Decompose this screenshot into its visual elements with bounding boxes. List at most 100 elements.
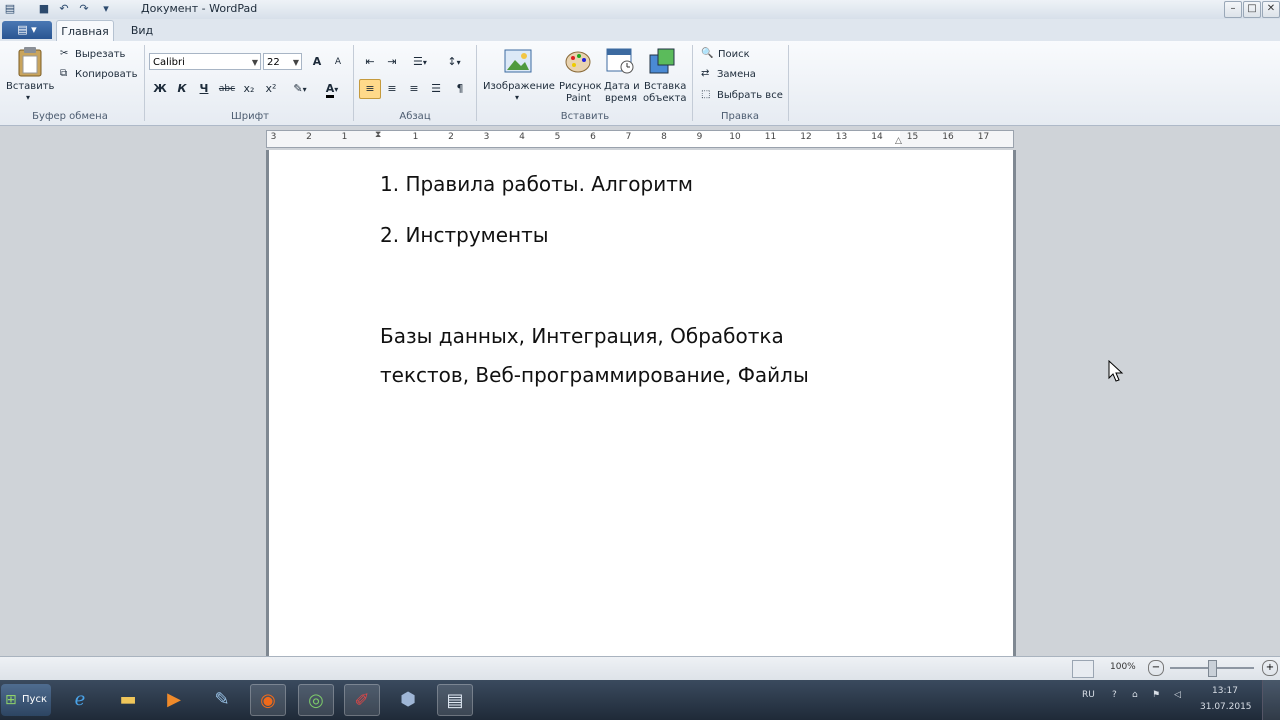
cut-button[interactable]: Вырезать bbox=[75, 49, 125, 60]
tool-icon[interactable]: ✎ bbox=[204, 684, 240, 716]
bold-button[interactable]: Ж bbox=[149, 79, 171, 99]
firefox-icon[interactable]: ◉ bbox=[250, 684, 286, 716]
picture-label[interactable]: Изображение bbox=[483, 81, 555, 92]
picture-icon bbox=[504, 49, 532, 73]
insert-object-label-2[interactable]: объекта bbox=[643, 93, 687, 104]
tab-home[interactable]: Главная bbox=[56, 20, 114, 42]
align-center-icon: ≡ bbox=[387, 82, 397, 95]
paint-label-2[interactable]: Paint bbox=[566, 93, 591, 104]
font-color-button[interactable]: A▾ bbox=[317, 79, 347, 99]
select-all-button[interactable]: Выбрать все bbox=[717, 90, 783, 101]
datetime-button[interactable] bbox=[606, 47, 636, 75]
ruler-number: 1 bbox=[412, 132, 419, 142]
undo-icon[interactable]: ↶ bbox=[57, 2, 71, 16]
ruler-number: 2 bbox=[448, 132, 454, 142]
paste-label[interactable]: Вставить bbox=[6, 81, 54, 92]
right-indent-marker[interactable]: △ bbox=[895, 136, 902, 146]
left-indent-marker[interactable]: ⧗ bbox=[375, 130, 381, 140]
wordpad-menu-button[interactable]: ▤ ▾ bbox=[2, 21, 52, 39]
chevron-down-icon[interactable]: ▾ bbox=[515, 93, 519, 102]
grow-font-button[interactable]: A bbox=[306, 52, 328, 72]
italic-icon: К bbox=[177, 82, 187, 95]
clock-time[interactable]: 13:17 bbox=[1212, 686, 1238, 696]
redo-icon[interactable]: ↷ bbox=[77, 2, 91, 16]
zoom-slider-thumb[interactable] bbox=[1208, 660, 1217, 677]
tray-language[interactable]: RU bbox=[1082, 690, 1095, 700]
tray-flag-icon[interactable]: ⚑ bbox=[1152, 690, 1160, 700]
strikethrough-button[interactable]: abc bbox=[216, 79, 238, 99]
customize-icon[interactable]: ▾ bbox=[99, 2, 113, 16]
align-right-button[interactable]: ≡ bbox=[403, 79, 425, 99]
zoom-in-button[interactable]: + bbox=[1262, 660, 1278, 676]
save-icon[interactable]: ■ bbox=[37, 2, 51, 16]
tray-volume-icon[interactable]: ◁ bbox=[1174, 690, 1181, 700]
start-label: Пуск bbox=[22, 694, 47, 705]
chat-icon[interactable]: ◎ bbox=[298, 684, 334, 716]
document-line-4[interactable]: текстов, Веб-программирование, Файлы bbox=[380, 363, 809, 387]
superscript-button[interactable]: x² bbox=[260, 79, 282, 99]
ruler-number: 13 bbox=[835, 132, 848, 142]
highlight-color-button[interactable]: ✎▾ bbox=[284, 79, 316, 99]
justify-icon: ☰ bbox=[431, 82, 441, 95]
media-player-icon[interactable]: ▶ bbox=[156, 684, 192, 716]
find-button[interactable]: Поиск bbox=[718, 49, 750, 60]
insert-object-label-1[interactable]: Вставка bbox=[644, 81, 686, 92]
increase-indent-button[interactable]: ⇥ bbox=[381, 52, 403, 72]
ruler-number: 11 bbox=[764, 132, 777, 142]
bullet-list-icon: ☰ bbox=[413, 55, 423, 68]
ribbon-tab-row bbox=[0, 19, 1280, 42]
replace-icon: ⇄ bbox=[701, 68, 710, 79]
document-line-2[interactable]: 2. Инструменты bbox=[380, 223, 549, 247]
subscript-button[interactable]: x₂ bbox=[238, 79, 260, 99]
decrease-indent-button[interactable]: ⇤ bbox=[359, 52, 381, 72]
explorer-icon[interactable]: ▬ bbox=[110, 684, 146, 716]
paste-dropdown-icon[interactable]: ▾ bbox=[26, 93, 30, 102]
ruler-number: 10 bbox=[729, 132, 741, 142]
document-line-3[interactable]: Базы данных, Интеграция, Обработка bbox=[380, 324, 784, 348]
maximize-button[interactable]: □ bbox=[1243, 1, 1261, 18]
paint-drawing-button[interactable] bbox=[564, 48, 592, 74]
list-button[interactable]: ☰▾ bbox=[404, 52, 436, 72]
wordpad-icon[interactable]: ▤ bbox=[437, 684, 473, 716]
minimize-button[interactable]: – bbox=[1224, 1, 1242, 18]
replace-button[interactable]: Замена bbox=[717, 69, 756, 80]
picture-button[interactable] bbox=[504, 48, 532, 74]
editing-group-label: Правка bbox=[720, 111, 760, 122]
paste-button[interactable] bbox=[15, 46, 45, 78]
zoom-out-button[interactable]: − bbox=[1148, 660, 1164, 676]
italic-button[interactable]: К bbox=[171, 79, 193, 99]
font-size-combo[interactable]: 22 ▼ bbox=[263, 53, 302, 70]
document-page[interactable] bbox=[266, 150, 1016, 656]
underline-button[interactable]: Ч bbox=[193, 79, 215, 99]
tab-view[interactable]: Вид bbox=[120, 20, 164, 41]
datetime-label-1[interactable]: Дата и bbox=[604, 81, 640, 92]
tray-network-icon[interactable]: ⌂ bbox=[1132, 690, 1138, 700]
group-divider bbox=[692, 45, 693, 121]
insert-object-button[interactable] bbox=[648, 47, 678, 75]
tray-help-icon[interactable]: ? bbox=[1112, 690, 1117, 700]
group-divider bbox=[144, 45, 145, 121]
virtualbox-icon[interactable]: ⬢ bbox=[390, 684, 426, 716]
align-left-button[interactable]: ≡ bbox=[359, 79, 381, 99]
view-mode-button[interactable] bbox=[1072, 660, 1094, 678]
ie-icon[interactable]: ℯ bbox=[62, 684, 98, 716]
ruler-number: 5 bbox=[554, 132, 561, 142]
datetime-label-2[interactable]: время bbox=[605, 93, 637, 104]
paragraph-group-label: Абзац bbox=[399, 111, 431, 122]
paragraph-settings-button[interactable]: ¶ bbox=[449, 79, 471, 99]
close-button[interactable]: ✕ bbox=[1262, 1, 1280, 18]
start-button[interactable]: ⊞ Пуск bbox=[1, 684, 51, 716]
app-menu-icon[interactable]: ▤ bbox=[3, 2, 17, 16]
document-line-1[interactable]: 1. Правила работы. Алгоритм bbox=[380, 172, 693, 196]
shrink-font-button[interactable]: A bbox=[327, 52, 349, 72]
line-spacing-button[interactable]: ↕▾ bbox=[438, 52, 470, 72]
font-family-combo[interactable]: Calibri ▼ bbox=[149, 53, 261, 70]
copy-button[interactable]: Копировать bbox=[75, 69, 137, 80]
show-desktop-button[interactable] bbox=[1262, 680, 1280, 720]
justify-button[interactable]: ☰ bbox=[425, 79, 447, 99]
align-center-button[interactable]: ≡ bbox=[381, 79, 403, 99]
align-right-icon: ≡ bbox=[409, 82, 419, 95]
paint-label-1[interactable]: Рисунок bbox=[559, 81, 602, 92]
clock-date[interactable]: 31.07.2015 bbox=[1200, 702, 1252, 712]
draw-icon[interactable]: ✐ bbox=[344, 684, 380, 716]
